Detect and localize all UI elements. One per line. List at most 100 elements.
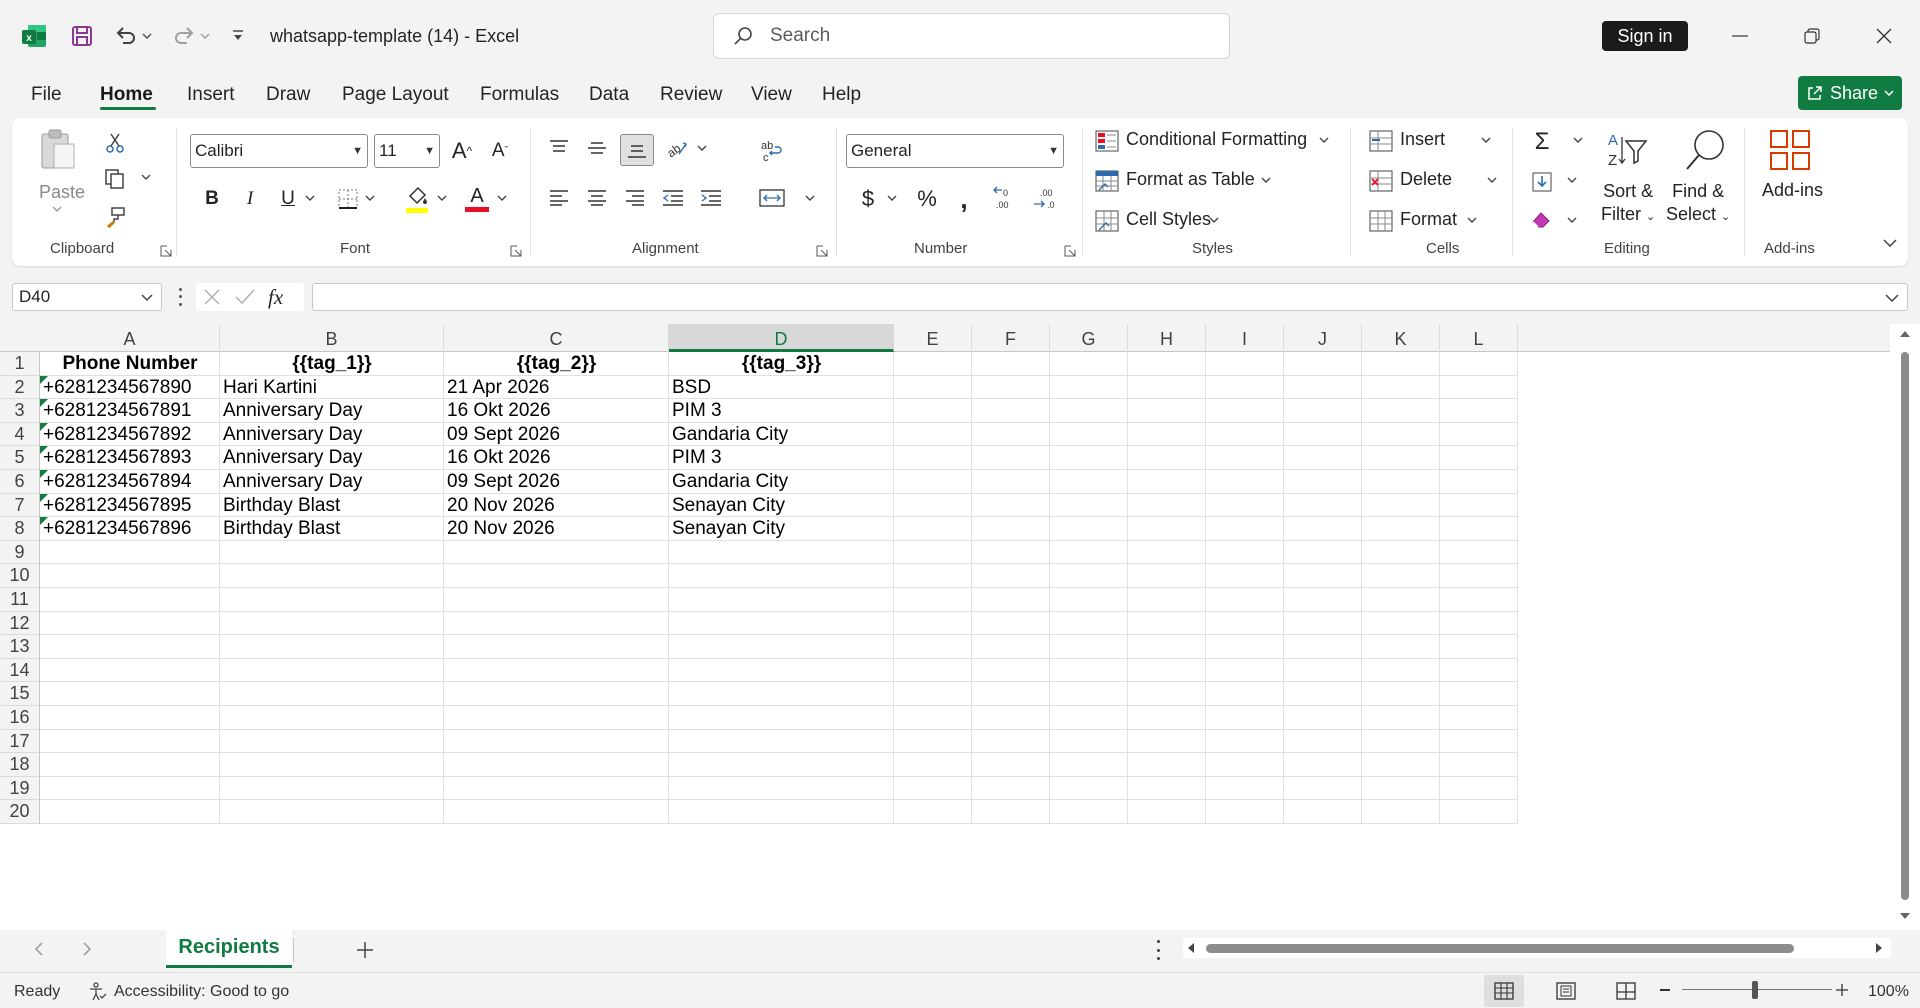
column-header-h[interactable]: H [1128,324,1206,352]
sign-in-button[interactable]: Sign in [1602,21,1688,51]
add-ins-icon[interactable] [1768,128,1812,174]
cell-c8[interactable]: 20 Nov 2026 [444,514,669,543]
next-sheet-icon[interactable] [82,942,92,956]
insert-function-icon[interactable]: fx [268,285,283,310]
expand-formula-bar-icon[interactable] [1885,294,1899,302]
wrap-text-icon[interactable]: ab c [756,136,786,166]
tab-file[interactable]: File [31,84,62,106]
row-header-17[interactable]: 17 [0,729,40,754]
row-header-7[interactable]: 7 [0,493,40,518]
number-as-text-indicator[interactable] [40,493,48,502]
column-header-j[interactable]: J [1284,324,1362,352]
column-header-g[interactable]: G [1050,324,1128,352]
number-format-dropdown[interactable]: General ▼ [846,134,1064,168]
row-header-15[interactable]: 15 [0,682,40,706]
align-center-icon[interactable] [582,184,612,212]
row-header-2[interactable]: 2 [0,375,40,400]
find-select-label[interactable]: Find & Select ⌄ [1666,180,1730,229]
row-header-1[interactable]: 1 [0,352,40,376]
number-as-text-indicator[interactable] [40,517,48,526]
cell-styles-dropdown-icon[interactable] [1208,214,1220,226]
borders-dropdown-icon[interactable] [364,192,376,204]
font-launcher-icon[interactable] [510,245,522,257]
number-as-text-indicator[interactable] [40,375,48,384]
cell-a8[interactable]: +6281234567896 [40,514,220,543]
delete-dropdown-icon[interactable] [1486,174,1498,186]
underline-icon[interactable]: U [274,184,302,214]
share-button[interactable]: Share [1798,76,1902,110]
conditional-formatting-dropdown-icon[interactable] [1318,134,1330,146]
align-bottom-icon[interactable] [620,134,654,166]
accessibility-status[interactable]: Accessibility: Good to go [114,983,289,1001]
row-header-20[interactable]: 20 [0,800,40,824]
cancel-icon[interactable] [202,287,222,307]
row-header-8[interactable]: 8 [0,517,40,541]
cell-styles-icon[interactable] [1094,208,1120,234]
vertical-scrollbar[interactable] [1890,324,1920,930]
format-as-table-dropdown-icon[interactable] [1260,174,1272,186]
clear-icon[interactable] [1528,206,1556,234]
undo-dropdown-icon[interactable] [140,22,154,50]
number-as-text-indicator[interactable] [40,470,48,478]
font-color-dropdown-icon[interactable] [496,192,508,204]
zoom-slider-thumb[interactable] [1752,981,1758,999]
row-header-14[interactable]: 14 [0,658,40,683]
tab-page-layout[interactable]: Page Layout [342,84,449,106]
conditional-formatting-icon[interactable] [1094,128,1120,154]
align-left-icon[interactable] [544,184,574,212]
add-sheet-icon[interactable] [356,941,374,959]
tab-data[interactable]: Data [589,84,629,106]
number-as-text-indicator[interactable] [40,399,48,408]
decrease-font-size-icon[interactable]: Aˇ [486,136,514,166]
tab-draw[interactable]: Draw [266,84,310,106]
tab-help[interactable]: Help [822,84,861,106]
redo-icon[interactable] [170,22,198,50]
column-header-k[interactable]: K [1362,324,1440,352]
scroll-right-icon[interactable] [1875,942,1883,954]
sort-filter-icon[interactable]: AZ [1602,128,1652,174]
zoom-level[interactable]: 100% [1868,983,1909,1001]
fill-color-icon[interactable] [402,182,432,216]
format-cells-label[interactable]: Format [1400,209,1457,230]
tab-insert[interactable]: Insert [187,84,235,106]
increase-indent-icon[interactable] [696,184,726,212]
copy-dropdown-icon[interactable] [140,172,152,182]
normal-view-icon[interactable] [1484,975,1524,1007]
collapse-ribbon-icon[interactable] [1880,236,1900,250]
formula-input[interactable] [312,283,1908,311]
accessibility-icon[interactable] [88,982,108,1002]
column-header-l[interactable]: L [1440,324,1518,352]
decrease-indent-icon[interactable] [658,184,688,212]
cell-d8[interactable]: Senayan City [669,514,894,543]
orientation-dropdown-icon[interactable] [696,142,708,154]
align-top-icon[interactable] [544,134,574,162]
merge-center-icon[interactable] [756,184,788,212]
bold-icon[interactable]: B [198,184,226,214]
row-header-12[interactable]: 12 [0,611,40,636]
row-header-4[interactable]: 4 [0,422,40,447]
scroll-down-icon[interactable] [1899,912,1911,920]
cut-icon[interactable] [102,130,128,156]
row-header-13[interactable]: 13 [0,635,40,659]
accounting-format-icon[interactable]: $ [854,184,882,214]
scroll-up-icon[interactable] [1899,330,1911,338]
autosum-icon[interactable]: Σ [1528,128,1556,156]
conditional-formatting-label[interactable]: Conditional Formatting [1126,129,1307,150]
clear-dropdown-icon[interactable] [1566,214,1578,226]
format-painter-icon[interactable] [102,204,128,230]
row-header-9[interactable]: 9 [0,540,40,565]
column-header-i[interactable]: I [1206,324,1284,352]
close-icon[interactable] [1860,18,1908,54]
column-header-a[interactable]: A [40,324,220,352]
row-header-5[interactable]: 5 [0,446,40,470]
customize-quick-access-icon[interactable] [228,22,248,50]
insert-dropdown-icon[interactable] [1480,134,1492,146]
font-color-icon[interactable]: A [462,180,492,216]
find-select-icon[interactable] [1680,126,1730,174]
align-right-icon[interactable] [620,184,650,212]
save-icon[interactable] [68,22,96,50]
delete-cells-label[interactable]: Delete [1400,169,1452,190]
column-header-b[interactable]: B [220,324,444,352]
restore-icon[interactable] [1788,18,1836,54]
font-size-dropdown[interactable]: 11 ▼ [374,134,440,168]
